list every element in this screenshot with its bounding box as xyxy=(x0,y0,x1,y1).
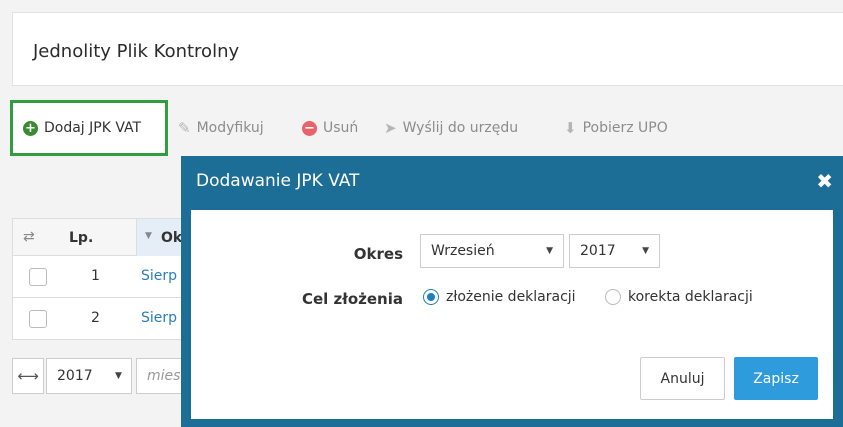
close-icon[interactable]: ✖ xyxy=(816,169,833,193)
filter-year-select[interactable]: 2017 ▼ xyxy=(46,358,132,394)
row-checkbox[interactable] xyxy=(29,268,47,286)
row-lp: 2 xyxy=(91,310,100,326)
radio-correction-label: korekta deklaracji xyxy=(628,289,753,305)
add-jpk-vat-label: Dodaj JPK VAT xyxy=(44,120,142,136)
year-select[interactable]: 2017 ▼ xyxy=(569,234,660,268)
year-select-value: 2017 xyxy=(580,243,616,259)
sort-desc-icon: ▼ xyxy=(145,231,152,241)
horizontal-arrows-icon: ⟷ xyxy=(17,367,39,385)
row-okres-link[interactable]: Sierp xyxy=(141,268,177,284)
chevron-down-icon: ▼ xyxy=(115,371,122,381)
table-row[interactable]: 1 Sierp xyxy=(12,256,192,298)
page-title-panel: Jednolity Plik Kontrolny xyxy=(12,12,843,86)
range-toggle-button[interactable]: ⟷ xyxy=(12,358,44,394)
edit-icon: ✎ xyxy=(178,119,191,137)
download-upo-label: Pobierz UPO xyxy=(582,120,668,136)
table-row[interactable]: 2 Sierp xyxy=(12,298,192,340)
delete-button[interactable]: − Usuń xyxy=(302,100,358,156)
filter-month-placeholder: mies xyxy=(147,368,181,384)
modify-label: Modyfikuj xyxy=(196,120,264,136)
dialog-title: Dodawanie JPK VAT xyxy=(196,171,360,191)
toolbar: + Dodaj JPK VAT ✎ Modyfikuj − Usuń ➤ Wyś… xyxy=(10,100,843,156)
radio-declaration-dot[interactable] xyxy=(423,289,439,305)
radio-correction-dot[interactable] xyxy=(605,289,621,305)
table-header: ⇄ Lp. ▼ Ok xyxy=(12,218,193,257)
plus-circle-icon: + xyxy=(23,120,38,136)
page-title: Jednolity Plik Kontrolny xyxy=(33,41,240,62)
filter-year-value: 2017 xyxy=(57,368,93,384)
row-checkbox[interactable] xyxy=(29,310,47,328)
download-arrow-icon: ⬇ xyxy=(564,119,577,137)
row-lp: 1 xyxy=(91,268,100,284)
okres-label: Okres xyxy=(353,245,403,263)
add-jpk-vat-button[interactable]: + Dodaj JPK VAT xyxy=(10,100,168,156)
row-okres-link[interactable]: Sierp xyxy=(141,310,177,326)
column-lp[interactable]: Lp. xyxy=(69,230,93,246)
modify-button[interactable]: ✎ Modyfikuj xyxy=(178,100,264,156)
month-select[interactable]: Wrzesień ▼ xyxy=(420,234,564,268)
column-okres-label: Ok xyxy=(161,230,183,246)
chevron-down-icon: ▼ xyxy=(642,246,649,256)
radio-declaration[interactable]: złożenie deklaracji xyxy=(423,289,576,305)
add-jpk-vat-dialog: Dodawanie JPK VAT ✖ Okres Wrzesień ▼ 201… xyxy=(181,156,843,427)
download-upo-button[interactable]: ⬇ Pobierz UPO xyxy=(564,100,668,156)
radio-declaration-label: złożenie deklaracji xyxy=(446,289,576,305)
jpk-table: ⇄ Lp. ▼ Ok 1 Sierp 2 Sierp xyxy=(12,218,193,340)
radio-correction[interactable]: korekta deklaracji xyxy=(605,289,753,305)
month-select-value: Wrzesień xyxy=(431,243,495,259)
minus-circle-icon: − xyxy=(302,120,317,136)
save-button[interactable]: Zapisz xyxy=(734,357,818,400)
dialog-body: Okres Wrzesień ▼ 2017 ▼ Cel złożenia zło… xyxy=(191,210,833,419)
refresh-icon[interactable]: ⇄ xyxy=(23,229,35,245)
delete-label: Usuń xyxy=(323,120,359,136)
purpose-label: Cel złożenia xyxy=(302,290,403,308)
cancel-button[interactable]: Anuluj xyxy=(640,357,725,400)
chevron-down-icon: ▼ xyxy=(546,246,553,256)
send-label: Wyślij do urzędu xyxy=(402,120,519,136)
send-icon: ➤ xyxy=(384,119,397,137)
send-to-office-button[interactable]: ➤ Wyślij do urzędu xyxy=(384,100,518,156)
